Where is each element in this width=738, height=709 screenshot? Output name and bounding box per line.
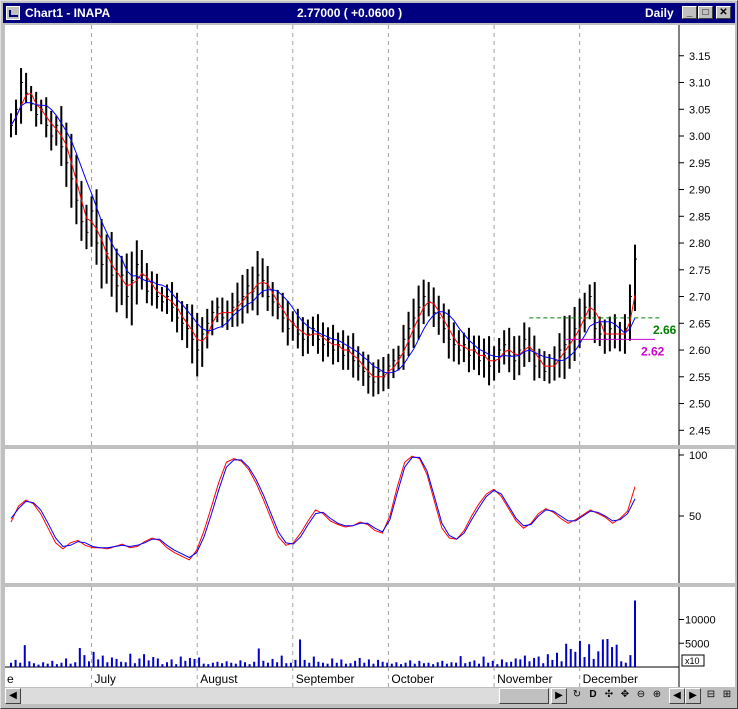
volume-multiplier: x10 (685, 656, 700, 666)
oscillator-pane[interactable]: 100 50 (5, 449, 735, 583)
price-tick-label: 2.55 (689, 372, 710, 384)
price-tick-label: 2.75 (689, 265, 710, 277)
pan-icon[interactable]: ✥ (617, 688, 633, 704)
volume-chart: 10000 5000 e July August September October Nov… (5, 587, 716, 687)
oscillator-line (10, 456, 636, 559)
zoom-out-icon[interactable]: ⊖ (633, 688, 649, 704)
price-tick-label: 3.10 (689, 78, 710, 90)
price-level-label: 2.62 (641, 344, 665, 358)
month-label: December (583, 672, 638, 686)
zoom-date-button[interactable]: D (585, 688, 601, 704)
end-icon[interactable]: ⊟ (703, 688, 719, 704)
oscillator-chart: 100 50 (10, 449, 707, 583)
page-right-button[interactable]: ▶ (685, 688, 701, 704)
month-label: July (95, 672, 116, 686)
price-tick-label: 2.95 (689, 158, 710, 170)
scroll-right-button[interactable]: ▶ (551, 688, 567, 704)
price-readout: 2.77000 ( +0.0600 ) (297, 6, 403, 20)
maximize-button[interactable]: □ (698, 6, 713, 19)
chart-app-icon[interactable] (6, 6, 20, 20)
month-label: September (296, 672, 355, 686)
month-label: e (7, 672, 14, 686)
page-left-button[interactable]: ◀ (669, 688, 685, 704)
price-tick-label: 2.45 (689, 425, 710, 437)
move-icon[interactable]: ✣ (601, 688, 617, 704)
month-label: August (200, 672, 238, 686)
close-button[interactable]: ✕ (716, 6, 731, 19)
oscillator-tick-label: 50 (689, 511, 701, 523)
window-title: Chart1 - INAPA (25, 6, 111, 20)
price-level-label: 2.66 (653, 323, 677, 337)
scroll-left-button[interactable]: ◀ (5, 688, 21, 704)
minimize-button[interactable]: _ (682, 6, 697, 19)
month-label: November (497, 672, 552, 686)
price-tick-label: 2.60 (689, 345, 710, 357)
price-tick-label: 3.15 (689, 51, 710, 63)
settings-icon[interactable]: ⊞ (719, 688, 735, 704)
volume-tick-label: 5000 (685, 638, 709, 650)
chart-window: Chart1 - INAPA 2.77000 ( +0.0600 ) Daily… (0, 0, 738, 709)
volume-tick-label: 10000 (685, 615, 716, 627)
price-tick-label: 2.90 (689, 185, 710, 197)
volume-pane[interactable]: 10000 5000 e July August September October Nov… (5, 587, 735, 687)
title-bar[interactable]: Chart1 - INAPA 2.77000 ( +0.0600 ) Daily… (3, 3, 735, 23)
oscillator-line (10, 455, 636, 561)
bottom-scrollbar[interactable]: ◀ ▶ ↻ D ✣ ✥ ⊖ ⊕ ◀ ▶ ⊟ ⊞ (5, 688, 735, 705)
price-tick-label: 3.05 (689, 104, 710, 116)
price-tick-label: 2.65 (689, 318, 710, 330)
price-tick-label: 2.70 (689, 292, 710, 304)
price-chart: 2.66 2.62 3.15 3.10 3.05 3.00 2.95 2.90 2.85 2.8… (10, 25, 710, 445)
month-label: October (391, 672, 434, 686)
refresh-icon[interactable]: ↻ (569, 688, 585, 704)
price-tick-label: 2.85 (689, 211, 710, 223)
price-tick-label: 3.00 (689, 131, 710, 143)
scroll-track[interactable] (21, 688, 551, 704)
zoom-in-icon[interactable]: ⊕ (649, 688, 665, 704)
scroll-thumb[interactable] (499, 688, 549, 704)
period-label: Daily (645, 6, 674, 20)
price-tick-label: 2.50 (689, 399, 710, 411)
price-pane[interactable]: 2.66 2.62 3.15 3.10 3.05 3.00 2.95 2.90 2.85 2.8… (5, 25, 735, 445)
price-tick-label: 2.80 (689, 238, 710, 250)
oscillator-tick-label: 100 (689, 450, 707, 462)
